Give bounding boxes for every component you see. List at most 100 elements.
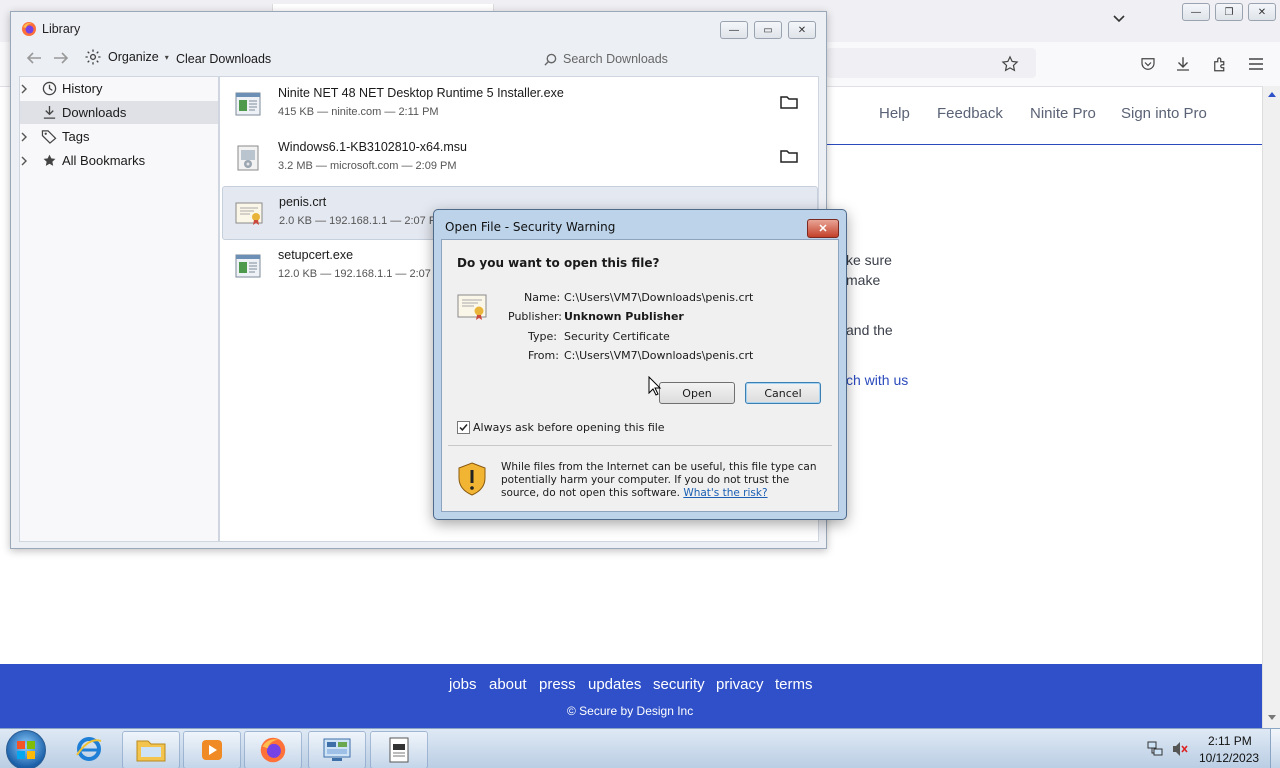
download-filename: Ninite NET 48 NET Desktop Runtime 5 Inst… xyxy=(278,86,564,100)
expand-arrow-icon[interactable] xyxy=(20,84,40,94)
firefox-taskbar-icon[interactable] xyxy=(244,731,302,768)
sidebar-item-history[interactable]: History xyxy=(20,77,218,100)
publisher-value: Unknown Publisher xyxy=(564,310,684,323)
warning-shield-icon xyxy=(457,462,487,496)
footer-link-terms[interactable]: terms xyxy=(775,676,813,693)
always-ask-label[interactable]: Always ask before opening this file xyxy=(473,421,665,434)
page-text-fragment: and the xyxy=(846,322,893,338)
sidebar-item-all-bookmarks[interactable]: All Bookmarks xyxy=(20,149,218,172)
internet-explorer-taskbar-icon[interactable] xyxy=(64,731,114,767)
library-close-button[interactable]: ✕ xyxy=(788,21,816,39)
footer-link-press[interactable]: press xyxy=(539,676,576,693)
show-desktop-button[interactable] xyxy=(1270,729,1280,768)
dialog-body: Do you want to open this file? Name: C:\… xyxy=(441,239,839,512)
download-filename: penis.crt xyxy=(279,195,327,209)
firefox-logo-icon xyxy=(21,21,37,37)
from-value: C:\Users\VM7\Downloads\penis.crt xyxy=(564,349,754,362)
from-label: From: xyxy=(528,349,559,362)
page-link-fragment[interactable]: ch with us xyxy=(846,372,908,388)
volume-muted-tray-icon[interactable] xyxy=(1171,740,1189,758)
menu-hamburger-icon[interactable] xyxy=(1245,53,1267,75)
footer-link-about[interactable]: about xyxy=(489,676,527,693)
cancel-button[interactable]: Cancel xyxy=(745,382,821,404)
open-folder-icon[interactable] xyxy=(780,94,800,112)
library-sidebar: History Downloads Tags All Bookmarks xyxy=(19,76,219,542)
nav-feedback-link[interactable]: Feedback xyxy=(937,105,1003,122)
sidebar-item-tags[interactable]: Tags xyxy=(20,125,218,148)
back-arrow-icon[interactable] xyxy=(26,51,42,65)
browser-restore-button[interactable]: ❐ xyxy=(1215,3,1243,21)
page-text-fragment: ke sure xyxy=(846,252,892,268)
organize-button[interactable]: Organize ▾ xyxy=(84,48,169,66)
browser-minimize-button[interactable]: — xyxy=(1182,3,1210,21)
nav-sign-in-link[interactable]: Sign into Pro xyxy=(1121,105,1207,122)
library-title: Library xyxy=(42,22,81,36)
download-meta: 415 KB — ninite.com — 2:11 PM xyxy=(278,106,439,118)
sidebar-item-downloads[interactable]: Downloads xyxy=(20,101,218,124)
pocket-icon[interactable] xyxy=(1137,53,1159,75)
expand-arrow-icon[interactable] xyxy=(20,156,40,166)
forward-arrow-icon[interactable] xyxy=(53,51,69,65)
open-button[interactable]: Open xyxy=(659,382,735,404)
tab-list-chevron-icon[interactable] xyxy=(1112,14,1126,24)
clear-downloads-button[interactable]: Clear Downloads xyxy=(176,52,271,66)
open-folder-icon[interactable] xyxy=(780,148,800,166)
type-value: Security Certificate xyxy=(564,330,670,343)
certificate-icon xyxy=(233,197,265,229)
organize-chevron-icon: ▾ xyxy=(164,52,169,62)
msu-package-icon xyxy=(232,142,264,174)
clock-icon xyxy=(40,81,58,97)
dialog-question: Do you want to open this file? xyxy=(457,256,660,270)
clock-time[interactable]: 2:11 PM xyxy=(1208,734,1252,748)
search-downloads-field[interactable]: Search Downloads xyxy=(536,46,816,72)
download-meta: 2.0 KB — 192.168.1.1 — 2:07 PM xyxy=(279,215,446,227)
clock-date[interactable]: 10/12/2023 xyxy=(1199,751,1259,765)
download-meta: 12.0 KB — 192.168.1.1 — 2:07 PM xyxy=(278,268,451,280)
download-filename: setupcert.exe xyxy=(278,248,354,262)
search-placeholder: Search Downloads xyxy=(563,52,668,66)
downloads-icon[interactable] xyxy=(1172,53,1194,75)
page-text-fragment: make xyxy=(846,272,881,288)
extensions-icon[interactable] xyxy=(1209,53,1231,75)
download-row[interactable]: Ninite NET 48 NET Desktop Runtime 5 Inst… xyxy=(222,78,816,130)
scroll-down-arrow-icon[interactable] xyxy=(1267,714,1277,722)
site-footer: jobs about press updates security privac… xyxy=(0,664,1262,728)
name-label: Name: xyxy=(524,291,561,304)
organize-label: Organize xyxy=(108,50,159,64)
network-tray-icon[interactable] xyxy=(1146,740,1164,758)
expand-arrow-icon[interactable] xyxy=(20,132,40,142)
page-scrollbar[interactable] xyxy=(1262,86,1280,728)
footer-link-updates[interactable]: updates xyxy=(588,676,641,693)
file-explorer-taskbar-icon[interactable] xyxy=(122,731,180,768)
footer-link-privacy[interactable]: privacy xyxy=(716,676,764,693)
library-toolbar: Organize ▾ Clear Downloads Search Downlo… xyxy=(11,44,826,74)
certificate-file-icon xyxy=(456,291,490,323)
star-icon xyxy=(40,153,58,169)
library-maximize-button[interactable]: ▭ xyxy=(754,21,782,39)
type-label: Type: xyxy=(528,330,557,343)
always-ask-checkbox[interactable] xyxy=(457,421,470,434)
certificate-window-taskbar-icon[interactable] xyxy=(370,731,428,768)
footer-link-security[interactable]: security xyxy=(653,676,705,693)
bookmark-star-icon[interactable] xyxy=(999,53,1021,75)
media-player-taskbar-icon[interactable] xyxy=(183,731,241,768)
installer-icon xyxy=(232,250,264,282)
warning-text-block: While files from the Internet can be use… xyxy=(501,461,825,500)
download-filename: Windows6.1-KB3102810-x64.msu xyxy=(278,140,467,154)
sidebar-item-label: All Bookmarks xyxy=(62,153,146,168)
nav-help-link[interactable]: Help xyxy=(879,105,910,122)
browser-close-button[interactable]: ✕ xyxy=(1248,3,1276,21)
search-icon xyxy=(544,53,557,66)
start-button[interactable] xyxy=(6,730,46,768)
library-minimize-button[interactable]: — xyxy=(720,21,748,39)
whats-the-risk-link[interactable]: What's the risk? xyxy=(683,487,767,499)
footer-link-jobs[interactable]: jobs xyxy=(449,676,477,693)
download-meta: 3.2 MB — microsoft.com — 2:09 PM xyxy=(278,160,457,172)
control-panel-taskbar-icon[interactable] xyxy=(308,731,366,768)
scroll-up-arrow-icon[interactable] xyxy=(1267,90,1277,98)
dialog-close-button[interactable]: ✕ xyxy=(807,219,839,238)
tag-icon xyxy=(40,129,58,145)
windows-logo-icon xyxy=(17,741,35,759)
download-row[interactable]: Windows6.1-KB3102810-x64.msu 3.2 MB — mi… xyxy=(222,132,816,184)
nav-ninite-pro-link[interactable]: Ninite Pro xyxy=(1030,105,1096,122)
